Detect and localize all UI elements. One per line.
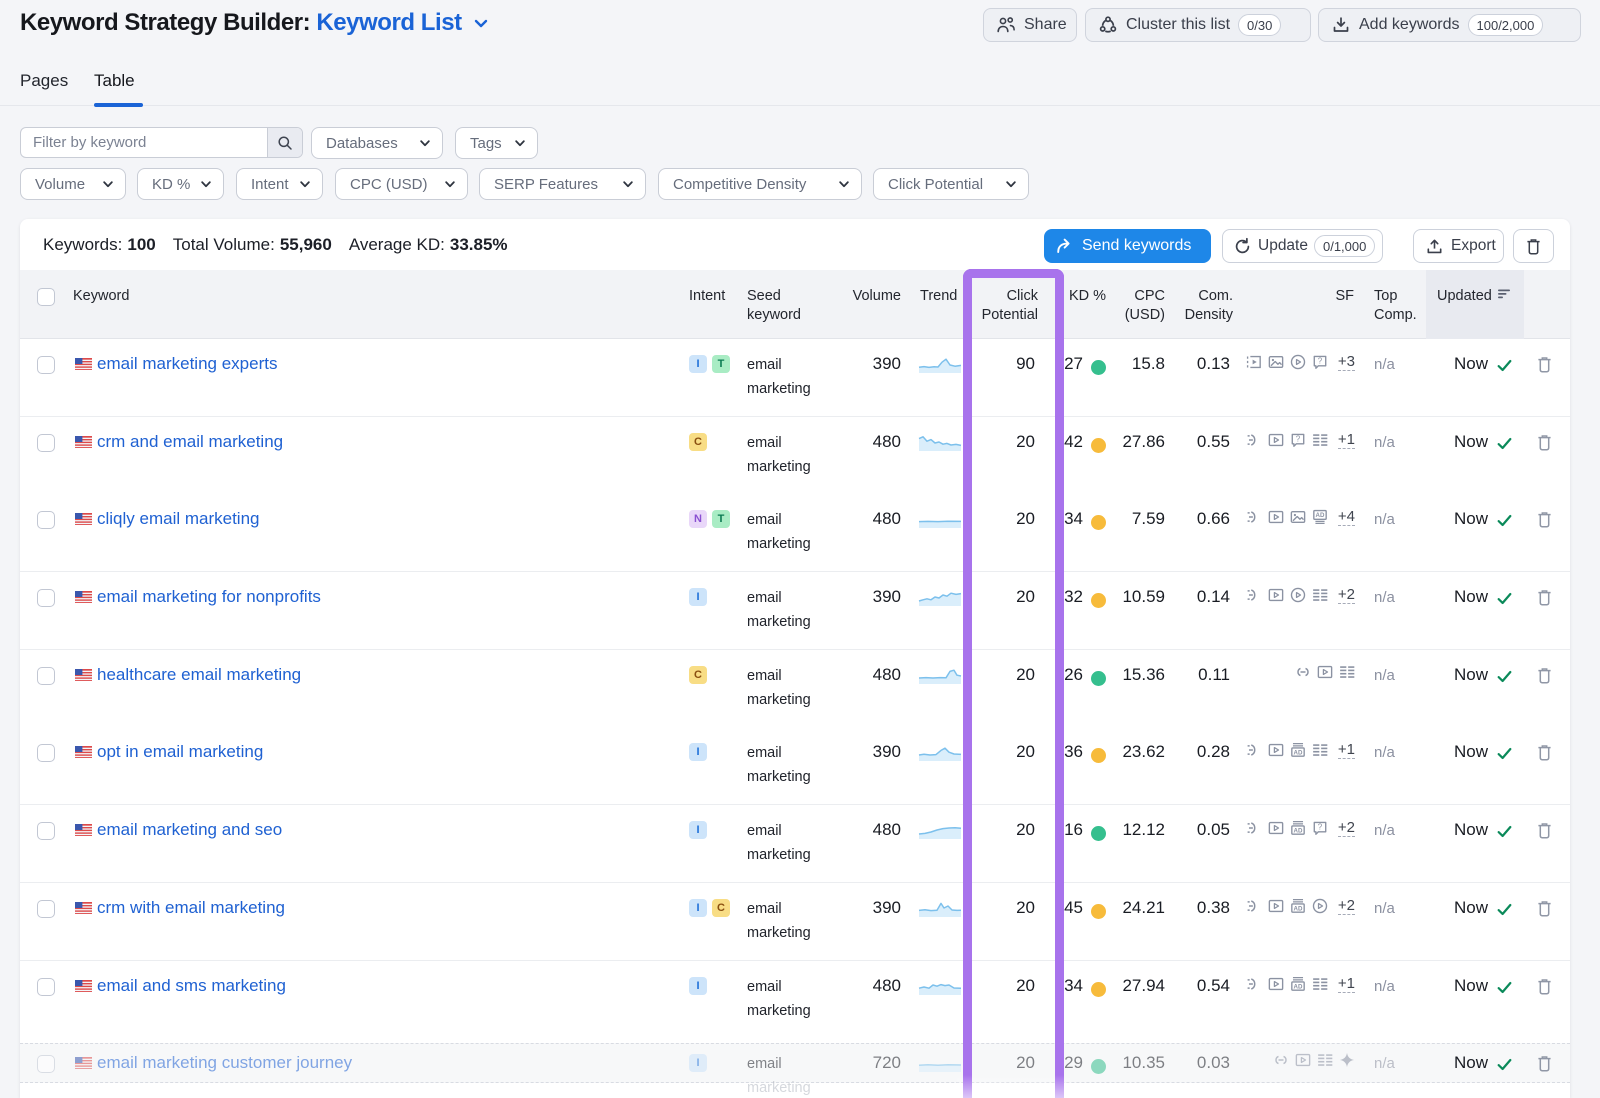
svg-text:AD: AD (1293, 906, 1302, 913)
svg-text:?: ? (1318, 357, 1323, 366)
svg-text:?: ? (1296, 435, 1301, 444)
svg-text:AD: AD (1293, 984, 1302, 991)
svg-text:?: ? (1318, 823, 1323, 832)
svg-text:AD: AD (1293, 750, 1302, 757)
svg-text:AD: AD (1315, 512, 1324, 519)
svg-text:AD: AD (1293, 828, 1302, 835)
